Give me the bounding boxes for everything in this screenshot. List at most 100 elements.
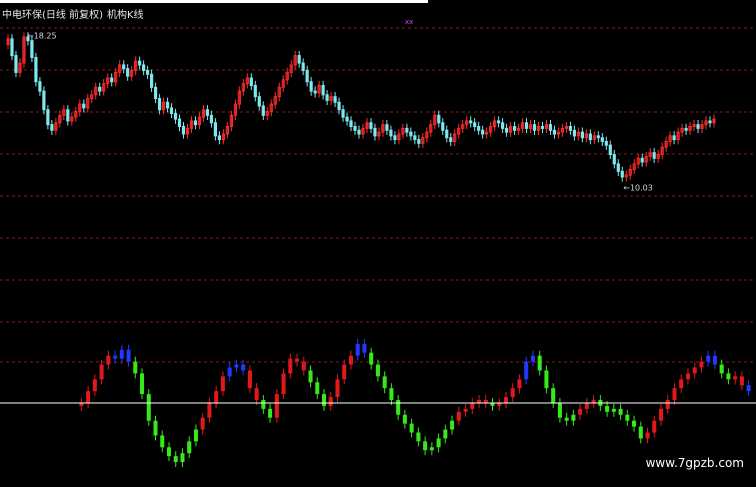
indicator-bar — [672, 388, 677, 400]
candle-body — [512, 126, 517, 131]
candle-body — [122, 64, 126, 70]
candle-body — [473, 122, 477, 128]
candle-body — [417, 139, 421, 144]
indicator-bar — [726, 373, 731, 380]
indicator-bar — [180, 453, 185, 463]
candle-body — [405, 127, 409, 133]
indicator-bar — [625, 414, 630, 421]
candle-body — [349, 120, 353, 128]
candle-body — [142, 64, 146, 72]
candle-body — [305, 70, 309, 83]
candle-body — [612, 154, 616, 165]
candle-body — [373, 127, 377, 137]
candle-body — [572, 129, 576, 137]
indicator-bar — [146, 394, 151, 421]
indicator-bar — [153, 420, 158, 436]
indicator-bar — [281, 373, 286, 395]
indicator-bar — [375, 364, 380, 377]
indicator-bar — [295, 358, 300, 362]
indicator-bar — [605, 405, 610, 412]
indicator-bar — [315, 382, 320, 395]
candle-body — [10, 38, 14, 57]
indicator-bar — [679, 379, 684, 389]
candle-body — [389, 129, 393, 137]
indicator-bar — [537, 355, 542, 371]
indicator-bar — [456, 411, 461, 421]
candle-body — [181, 126, 186, 135]
indicator-bar — [551, 388, 556, 403]
indicator-bar — [369, 352, 374, 365]
candle-body — [165, 101, 170, 109]
candle-body — [42, 90, 46, 111]
indicator-bar — [321, 394, 327, 406]
candle-body — [596, 135, 600, 139]
candle-body — [501, 122, 505, 129]
indicator-bar — [247, 370, 252, 389]
candle-body — [14, 55, 18, 73]
candle-body — [169, 107, 174, 114]
indicator-bar — [328, 397, 333, 406]
indicator-bar — [173, 456, 178, 463]
indicator-bar — [658, 408, 664, 421]
indicator-bar — [402, 414, 407, 424]
candlestick-series — [6, 32, 716, 182]
indicator-bar — [557, 402, 562, 418]
candle-body — [333, 96, 337, 103]
candle-body — [608, 144, 612, 156]
candle-body — [580, 131, 584, 139]
indicator-bar — [348, 355, 353, 365]
indicator-bar — [699, 361, 704, 368]
candle-body — [353, 126, 357, 131]
candle-body — [34, 56, 38, 83]
candle-body — [504, 127, 509, 133]
candle-body — [341, 109, 345, 118]
candle-body — [640, 157, 644, 163]
candle-body — [309, 81, 313, 92]
indicator-bar — [510, 388, 515, 398]
indicator-bar — [665, 400, 670, 409]
candle-body — [445, 129, 449, 139]
candle-body — [253, 84, 257, 98]
candle-body — [357, 129, 361, 135]
candle-body — [146, 70, 150, 75]
indicator-bar — [618, 408, 623, 415]
indicator-bar — [193, 429, 198, 442]
indicator-bar — [166, 447, 172, 457]
indicator-bar — [389, 388, 394, 400]
candle-body — [588, 133, 592, 141]
indicator-bar — [234, 364, 239, 368]
candle-body — [313, 90, 317, 94]
indicator-bar — [632, 420, 637, 427]
indicator-bar — [416, 432, 421, 442]
grid-lines — [0, 27, 756, 363]
indicator-bar — [140, 373, 145, 395]
indicator-bar — [160, 435, 165, 448]
candle-body — [616, 163, 620, 172]
indicator-bar — [712, 355, 717, 365]
indicator-bar — [578, 408, 583, 415]
indicator-bar — [517, 379, 522, 389]
candle-body — [449, 137, 453, 142]
candle-body — [38, 81, 42, 92]
candle-body — [684, 127, 688, 131]
indicator-bar — [220, 376, 225, 392]
indicator-bar — [652, 420, 657, 433]
candle-body — [257, 96, 261, 107]
indicator-bar — [685, 373, 690, 380]
indicator-bar — [564, 417, 569, 421]
candle-body — [604, 140, 608, 146]
candle-body — [193, 120, 198, 126]
indicator-bar — [207, 402, 212, 418]
low-price-label: ←10.03 — [623, 184, 653, 193]
indicator-bar — [187, 441, 192, 454]
indicator-bar — [719, 364, 724, 374]
candle-body — [708, 120, 712, 124]
indicator-bar — [362, 343, 367, 353]
indicator-bar — [301, 361, 306, 371]
candle-body — [385, 124, 389, 131]
indicator-bar — [739, 376, 744, 386]
indicator-bar — [335, 379, 340, 398]
indicator-bar — [355, 343, 360, 356]
candle-body — [321, 84, 325, 96]
candle-body — [217, 135, 221, 141]
